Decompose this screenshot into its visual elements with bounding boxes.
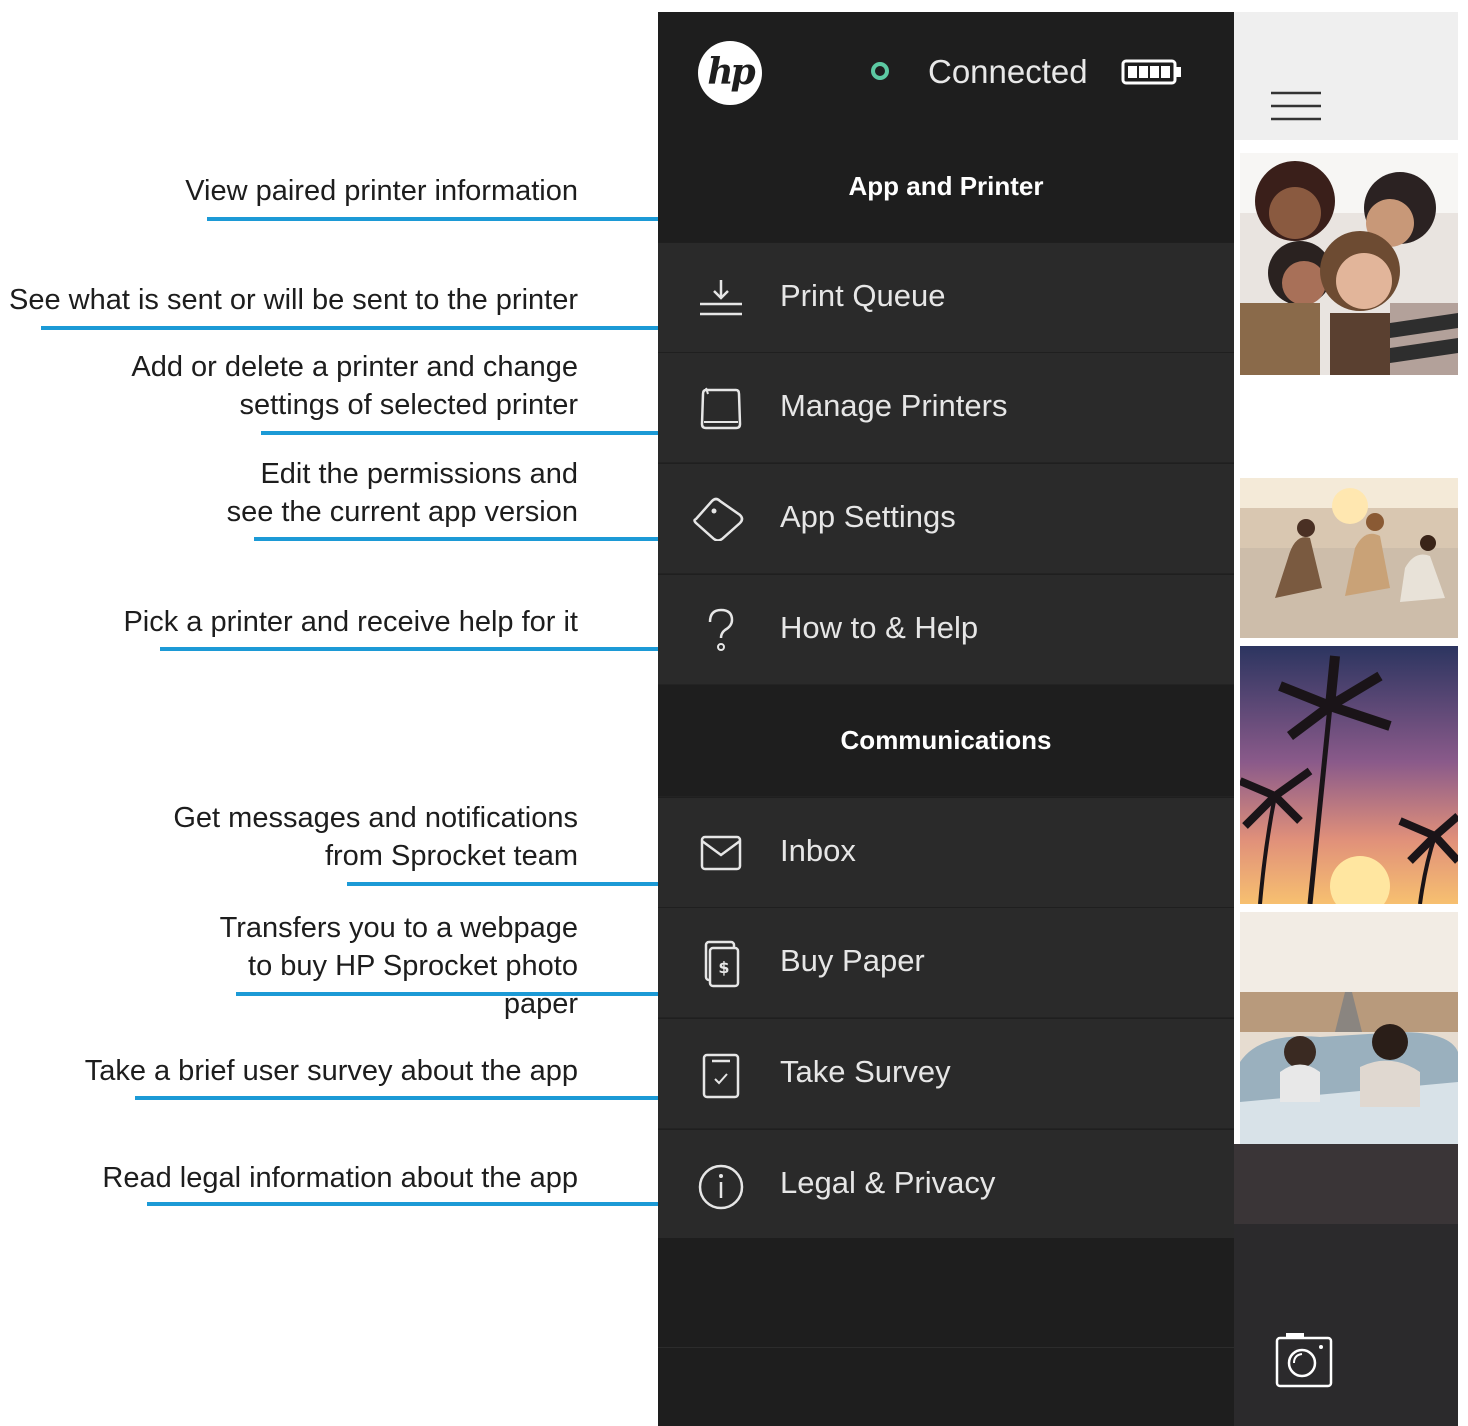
menu-item-label: App Settings	[780, 499, 956, 534]
clipboard-check-icon	[702, 1053, 740, 1099]
menu-item-how-to-help[interactable]: How to & Help	[658, 574, 1234, 684]
diamond-settings-icon	[693, 497, 744, 541]
leader-line	[147, 1202, 677, 1206]
menu-item-print-queue[interactable]: Print Queue	[658, 242, 1234, 352]
photo-gallery-strip	[1234, 12, 1458, 1426]
menu-header: hp Connected	[658, 12, 1234, 131]
menu-footer	[658, 1238, 1234, 1426]
leader-line	[41, 326, 679, 330]
menu-item-legal-privacy[interactable]: Legal & Privacy	[658, 1129, 1234, 1239]
section-communications: Communications	[658, 685, 1234, 796]
gallery-toolbar	[1234, 12, 1458, 140]
menu-item-buy-paper[interactable]: $ Buy Paper	[658, 907, 1234, 1017]
menu-item-take-survey[interactable]: Take Survey	[658, 1018, 1234, 1128]
menu-item-label: Manage Printers	[780, 388, 1008, 423]
hamburger-menu-icon[interactable]	[1270, 90, 1322, 122]
camera-icon[interactable]	[1274, 1330, 1334, 1390]
divider	[658, 1347, 1234, 1348]
menu-item-inbox[interactable]: Inbox	[658, 797, 1234, 907]
gallery-fade	[1234, 1144, 1458, 1224]
connection-status-icon	[871, 62, 889, 80]
annotation-help: Pick a printer and receive help for it	[123, 606, 578, 638]
annotation-print-queue: See what is sent or will be sent to the …	[8, 284, 578, 316]
menu-item-label: Print Queue	[780, 278, 946, 313]
connection-status-text: Connected	[928, 53, 1088, 90]
menu-item-label: Buy Paper	[780, 943, 925, 978]
leader-line	[135, 1096, 677, 1100]
leader-line	[347, 882, 677, 886]
menu-item-label: Take Survey	[780, 1054, 951, 1089]
annotation-paired-printer: View paired printer information	[185, 175, 578, 207]
menu-item-label: How to & Help	[780, 610, 979, 645]
annotation-legal: Read legal information about the app	[102, 1162, 578, 1194]
leader-line	[160, 647, 679, 651]
annotation-manage-printers: Add or delete a printer and change setti…	[131, 351, 578, 421]
side-menu: hp Connected App and Printer Print Queue	[658, 12, 1234, 1426]
info-icon	[698, 1164, 744, 1210]
battery-full-icon	[1121, 59, 1181, 85]
leader-line	[254, 537, 678, 541]
photo-thumbnail[interactable]	[1240, 153, 1458, 375]
annotation-inbox: Get messages and notifications from Spro…	[173, 802, 578, 872]
leader-line	[261, 431, 679, 435]
section-app-and-printer: App and Printer	[658, 131, 1234, 242]
print-queue-icon	[700, 280, 742, 316]
annotation-survey: Take a brief user survey about the app	[84, 1055, 578, 1087]
photo-thumbnail[interactable]	[1240, 646, 1458, 904]
menu-item-app-settings[interactable]: App Settings	[658, 463, 1234, 573]
leader-line	[207, 217, 679, 221]
svg-text:$: $	[718, 958, 729, 977]
menu-item-label: Inbox	[780, 833, 856, 868]
envelope-icon	[700, 835, 742, 871]
photo-thumbnail[interactable]	[1240, 912, 1458, 1144]
photo-thumbnail[interactable]	[1240, 478, 1458, 638]
printer-icon	[700, 387, 742, 430]
hp-logo: hp	[698, 41, 762, 105]
annotation-app-settings: Edit the permissions and see the current…	[226, 458, 578, 528]
question-mark-icon	[708, 608, 734, 651]
annotation-buy-paper: Transfers you to a webpage to buy HP Spr…	[219, 912, 578, 1020]
menu-item-manage-printers[interactable]: Manage Printers	[658, 352, 1234, 462]
menu-item-label: Legal & Privacy	[780, 1165, 996, 1200]
leader-line	[236, 992, 677, 996]
paper-dollar-icon: $	[704, 940, 740, 988]
